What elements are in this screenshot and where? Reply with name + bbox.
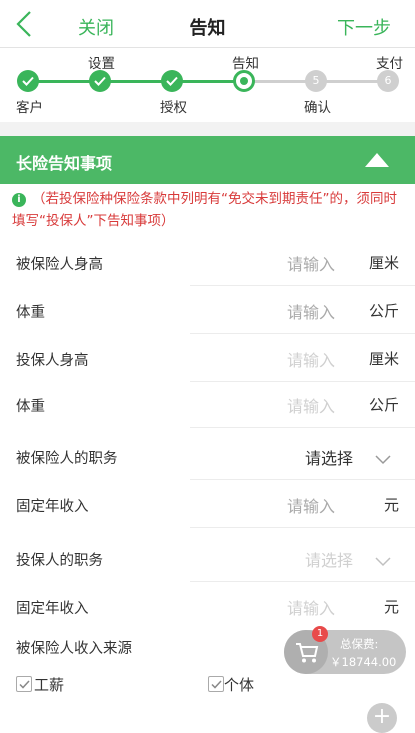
section-header[interactable]: 长险告知事项: [0, 136, 415, 184]
check-icon: [22, 76, 34, 86]
row-unit: 厘米: [368, 254, 399, 272]
step-dot-payment: 6: [377, 70, 399, 92]
step-dot-notification: [233, 70, 255, 92]
close-button[interactable]: 关闭: [78, 14, 114, 40]
step-label-authorization: 授权: [160, 100, 187, 116]
check-icon: [211, 680, 222, 689]
checkbox-self-employed[interactable]: [208, 676, 224, 692]
section-gap: [0, 122, 415, 136]
back-chevron-icon[interactable]: [10, 8, 40, 40]
row-label: 投保人身高: [16, 353, 89, 369]
form-row-insured-income: 固定年收入 请输入 元: [0, 480, 415, 528]
check-icon: [19, 680, 30, 689]
policyholder-income-input[interactable]: 请输入: [287, 595, 335, 619]
insured-height-input[interactable]: 请输入: [287, 251, 335, 275]
checkbox-salary[interactable]: [16, 676, 32, 692]
step-dot-settings: [89, 70, 111, 92]
checkbox-salary-label[interactable]: 工薪: [34, 674, 64, 695]
divider: [190, 527, 415, 528]
row-unit: 元: [383, 496, 399, 514]
row-label: 被保险人的职务: [16, 451, 118, 467]
insured-occupation-select[interactable]: 请选择: [305, 445, 353, 469]
insured-weight-input[interactable]: 请输入: [287, 299, 335, 323]
top-bar: 关闭 告知 下一步: [0, 0, 415, 48]
row-label: 体重: [16, 305, 45, 321]
checkbox-self-employed-label[interactable]: 个体: [224, 674, 254, 695]
step-label-customer: 客户: [16, 100, 43, 116]
chevron-down-icon[interactable]: [375, 450, 391, 465]
form-row-insured-weight: 体重 请输入 公斤: [0, 286, 415, 334]
row-unit: 元: [383, 598, 399, 616]
policyholder-height-input[interactable]: 请输入: [287, 347, 335, 371]
form-row-insured-occupation[interactable]: 被保险人的职务 请选择: [0, 432, 415, 480]
section-title: 长险告知事项: [16, 154, 113, 173]
step-connector: [28, 80, 244, 83]
check-icon: [166, 76, 178, 86]
step-dot-authorization: [161, 70, 183, 92]
collapse-triangle-icon[interactable]: [363, 150, 391, 170]
policyholder-weight-input[interactable]: 请输入: [287, 393, 335, 417]
row-label: 固定年收入: [16, 601, 89, 617]
row-label: 固定年收入: [16, 499, 89, 515]
cart-badge: 1: [312, 626, 328, 642]
step-label-notification: 告知: [232, 56, 259, 72]
info-icon: i: [12, 193, 26, 207]
progress-stepper: 客户 设置 授权 告知 5 确认 6 支付: [0, 48, 415, 122]
step-label-settings: 设置: [88, 56, 115, 72]
policyholder-occupation-select[interactable]: 请选择: [305, 547, 353, 571]
form-row-policyholder-height: 投保人身高 请输入 厘米: [0, 334, 415, 382]
next-step-button[interactable]: 下一步: [337, 14, 391, 40]
total-premium-amount: ￥18744.00: [330, 655, 397, 669]
step-dot-customer: [17, 70, 39, 92]
row-label: 投保人的职务: [16, 553, 103, 569]
step-label-payment: 支付: [376, 56, 403, 72]
add-button[interactable]: +: [367, 703, 397, 733]
row-label: 被保险人收入来源: [16, 641, 132, 657]
step-label-confirm: 确认: [304, 100, 331, 116]
form-row-policyholder-occupation[interactable]: 投保人的职务 请选择: [0, 534, 415, 582]
notice-text: （若投保险种保险条款中列明有“免交未到期责任”的，须同时填写“投保人”下告知事项…: [12, 191, 397, 229]
notice: i （若投保险种保险条款中列明有“免交未到期责任”的，须同时填写“投保人”下告知事…: [12, 188, 407, 232]
total-premium-label: 总保费:: [340, 637, 379, 651]
chevron-down-icon[interactable]: [375, 552, 391, 567]
row-unit: 厘米: [368, 350, 399, 368]
row-label: 体重: [16, 399, 45, 415]
row-unit: 公斤: [368, 302, 399, 320]
form-row-insured-height: 被保险人身高 请输入 厘米: [0, 238, 415, 286]
form-row-policyholder-weight: 体重 请输入 公斤: [0, 380, 415, 428]
insured-income-input[interactable]: 请输入: [287, 493, 335, 517]
row-label: 被保险人身高: [16, 257, 103, 273]
row-unit: 公斤: [368, 396, 399, 414]
divider: [190, 427, 415, 428]
step-dot-confirm: 5: [305, 70, 327, 92]
premium-cart-widget[interactable]: 1 总保费: ￥18744.00: [284, 626, 406, 674]
check-icon: [94, 76, 106, 86]
